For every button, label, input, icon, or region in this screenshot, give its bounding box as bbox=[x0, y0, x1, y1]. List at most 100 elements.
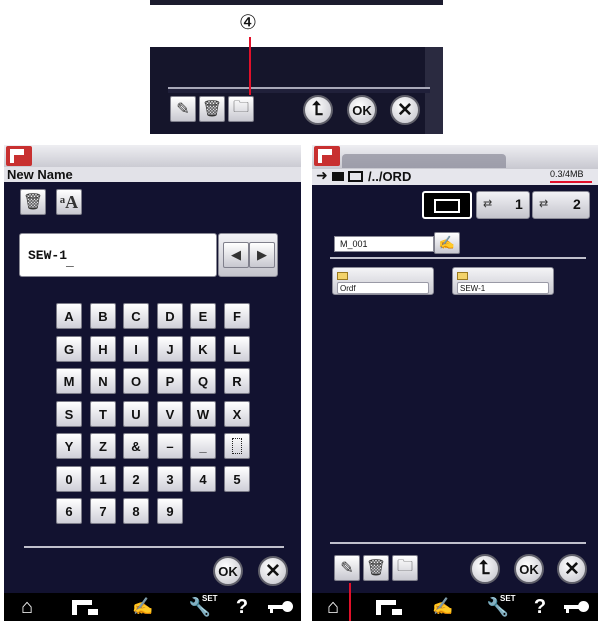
keypad-key[interactable]: 7 bbox=[90, 498, 116, 524]
help-icon[interactable]: ? bbox=[232, 595, 252, 619]
keypad-key[interactable]: U bbox=[123, 401, 149, 427]
help-icon[interactable]: ? bbox=[530, 595, 550, 619]
keypad-key[interactable]: L bbox=[224, 336, 250, 362]
usb1-button[interactable]: ⇄ 1 bbox=[476, 191, 530, 219]
keypad-key[interactable]: M bbox=[56, 368, 82, 394]
machine-memory-button[interactable] bbox=[422, 191, 472, 219]
usb-icon: ⇄ bbox=[483, 198, 493, 210]
mode-tabs-background bbox=[342, 154, 506, 168]
keypad-key[interactable]: H bbox=[90, 336, 116, 362]
keypad-key[interactable]: W bbox=[190, 401, 216, 427]
machine-icon bbox=[6, 146, 32, 166]
keypad-key[interactable]: T bbox=[90, 401, 116, 427]
keypad-key[interactable]: – bbox=[157, 433, 183, 459]
up-folder-button[interactable]: ⮤ bbox=[303, 95, 333, 125]
settings-wrench-icon[interactable]: 🔧 SET bbox=[180, 594, 220, 619]
up-arrow-icon: ⮤ bbox=[479, 558, 491, 579]
delete-button[interactable]: 🗑 bbox=[199, 96, 225, 122]
embroidery-edit-icon[interactable]: ✍ bbox=[430, 595, 456, 619]
status-bar bbox=[4, 145, 301, 169]
keypad-key[interactable]: Z bbox=[90, 433, 116, 459]
keypad-key[interactable]: Y bbox=[56, 433, 82, 459]
keypad-key[interactable]: K bbox=[190, 336, 216, 362]
top-ok-button[interactable]: OK bbox=[347, 95, 377, 125]
rename-button[interactable]: ✎ bbox=[170, 96, 196, 122]
delete-button[interactable]: 🗑 bbox=[363, 555, 389, 581]
keypad-key[interactable]: 4 bbox=[190, 466, 216, 492]
sewing-machine-icon[interactable] bbox=[70, 597, 100, 617]
keypad-key[interactable]: I bbox=[123, 336, 149, 362]
callout-number: ④ bbox=[239, 12, 257, 34]
up-arrow-icon: ⮤ bbox=[312, 99, 324, 120]
keypad-key[interactable]: 1 bbox=[90, 466, 116, 492]
keypad-key[interactable]: X bbox=[224, 401, 250, 427]
space-key[interactable] bbox=[224, 433, 250, 459]
settings-wrench-icon[interactable]: 🔧 SET bbox=[478, 594, 518, 619]
keypad-key[interactable]: D bbox=[157, 303, 183, 329]
up-folder-button[interactable]: ⮤ bbox=[470, 554, 500, 584]
keypad-key[interactable]: N bbox=[90, 368, 116, 394]
file-name-field[interactable]: M_001 bbox=[334, 236, 434, 252]
callout-line-bottom bbox=[349, 583, 351, 621]
keypad-key[interactable]: F bbox=[224, 303, 250, 329]
keypad-key[interactable]: J bbox=[157, 336, 183, 362]
ok-button[interactable]: OK bbox=[213, 556, 243, 586]
cursor-right-button[interactable]: ▶ bbox=[249, 242, 275, 268]
key-lock-icon[interactable] bbox=[564, 598, 592, 616]
sewing-machine-icon[interactable] bbox=[374, 597, 404, 617]
keypad-key[interactable]: 2 bbox=[123, 466, 149, 492]
new-folder-button[interactable]: 🗀 bbox=[392, 555, 418, 581]
pencil-icon: ✎ bbox=[340, 560, 354, 577]
trash-icon: 🗑 bbox=[201, 101, 223, 118]
keypad-key[interactable]: 9 bbox=[157, 498, 183, 524]
delete-char-button[interactable]: 🗑 bbox=[20, 189, 46, 215]
bottom-nav: ⌂ ✍ 🔧 SET ? bbox=[4, 593, 301, 621]
folder-icon bbox=[457, 272, 468, 280]
usb2-button[interactable]: ⇄ 2 bbox=[532, 191, 590, 219]
usb-icon: ⇄ bbox=[539, 198, 549, 210]
home-icon[interactable]: ⌂ bbox=[14, 595, 40, 619]
folder-plus-icon: 🗀 bbox=[396, 557, 413, 575]
folder-item[interactable]: Ordf bbox=[332, 267, 434, 295]
folder-item[interactable]: SEW-1 bbox=[452, 267, 554, 295]
ok-button[interactable]: OK bbox=[514, 554, 544, 584]
key-lock-icon[interactable] bbox=[268, 598, 296, 616]
close-button[interactable]: ✕ bbox=[258, 556, 288, 586]
keypad-key[interactable]: B bbox=[90, 303, 116, 329]
triangle-right-icon: ▶ bbox=[257, 247, 267, 262]
new-folder-button[interactable]: 🗀 bbox=[228, 96, 254, 122]
keypad-key[interactable]: C bbox=[123, 303, 149, 329]
keypad-key[interactable]: 3 bbox=[157, 466, 183, 492]
edit-name-button[interactable]: ✍ bbox=[434, 232, 460, 254]
case-toggle-button[interactable]: ᵃA bbox=[56, 189, 82, 215]
keypad-key[interactable]: S bbox=[56, 401, 82, 427]
machine-icon bbox=[314, 146, 340, 166]
machine-memory-icon bbox=[348, 171, 363, 182]
keypad-key[interactable]: 6 bbox=[56, 498, 82, 524]
keypad-key[interactable]: R bbox=[224, 368, 250, 394]
new-name-screen: New Name 🗑 ᵃA SEW-1 _ ◀ ▶ ABCDEF GHIJKL MN… bbox=[4, 145, 301, 621]
keypad-key[interactable]: 5 bbox=[224, 466, 250, 492]
callout-line bbox=[249, 37, 251, 95]
close-button[interactable]: ✕ bbox=[557, 554, 587, 584]
name-field[interactable]: SEW-1 _ bbox=[19, 233, 217, 277]
keypad-key[interactable]: & bbox=[123, 433, 149, 459]
keypad-key[interactable]: O bbox=[123, 368, 149, 394]
bottom-separator bbox=[24, 546, 284, 548]
keypad-key[interactable]: A bbox=[56, 303, 82, 329]
keypad-key[interactable]: E bbox=[190, 303, 216, 329]
keypad-key[interactable]: P bbox=[157, 368, 183, 394]
trash-icon: 🗑 bbox=[365, 560, 387, 577]
keypad-key[interactable]: Q bbox=[190, 368, 216, 394]
keypad-key[interactable]: _ bbox=[190, 433, 216, 459]
cursor-left-button[interactable]: ◀ bbox=[223, 242, 249, 268]
embroidery-edit-icon[interactable]: ✍ bbox=[130, 595, 156, 619]
keypad-key[interactable]: G bbox=[56, 336, 82, 362]
rename-button[interactable]: ✎ bbox=[334, 555, 360, 581]
keypad-key[interactable]: 0 bbox=[56, 466, 82, 492]
top-close-button[interactable]: ✕ bbox=[390, 95, 420, 125]
keypad-key[interactable]: 8 bbox=[123, 498, 149, 524]
home-icon[interactable]: ⌂ bbox=[320, 595, 346, 619]
name-text: SEW-1 bbox=[28, 248, 68, 263]
keypad-key[interactable]: V bbox=[157, 401, 183, 427]
